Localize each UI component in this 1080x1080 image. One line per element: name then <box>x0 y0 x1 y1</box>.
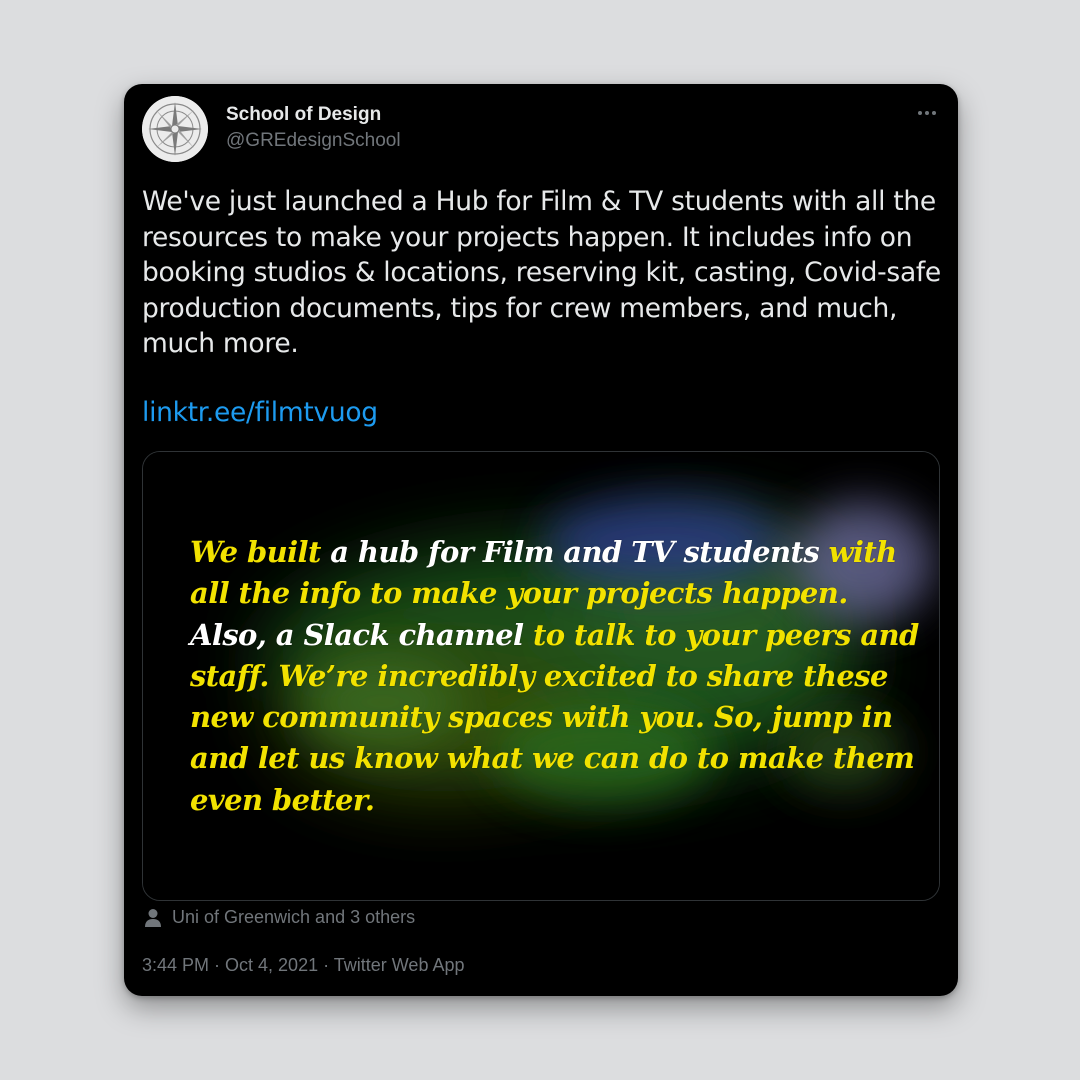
compass-rose-logo-icon <box>142 96 208 162</box>
media-text-segment: We built <box>190 535 331 569</box>
account-handle[interactable]: @GREdesignSchool <box>226 130 401 152</box>
tweet-card: School of Design @GREdesignSchool We've … <box>124 84 958 996</box>
social-context-text: Uni of Greenwich and 3 others <box>172 907 416 927</box>
tweet-timestamp[interactable]: 3:44 PM · Oct 4, 2021 · Twitter Web App <box>142 955 465 976</box>
more-horizontal-icon[interactable] <box>916 106 938 120</box>
tweet-link[interactable]: linktr.ee/filmtvuog <box>142 397 378 428</box>
person-icon <box>145 908 161 927</box>
media-text-segment: a hub for Film and TV students <box>330 535 829 569</box>
media-image[interactable]: We built a hub for Film and TV students … <box>142 451 940 901</box>
media-text-segment: Also, a Slack channel <box>190 617 533 652</box>
social-context[interactable]: Uni of Greenwich and 3 others <box>144 907 415 928</box>
avatar[interactable] <box>142 96 208 162</box>
display-name[interactable]: School of Design <box>226 104 381 126</box>
media-caption: We built a hub for Film and TV students … <box>190 532 920 821</box>
tweet-text: We've just launched a Hub for Film & TV … <box>142 186 941 359</box>
